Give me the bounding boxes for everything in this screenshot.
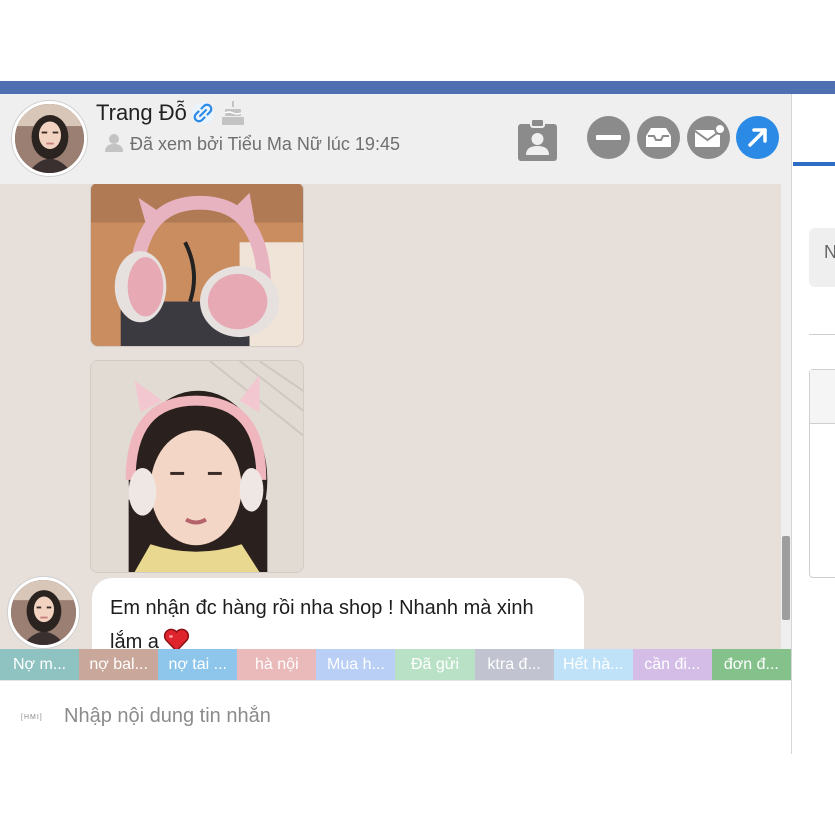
chat-window: Trang Đỗ Đã xem bởi Tiểu Ma Nữ lúc 19:45 [0, 94, 791, 754]
user-icon [105, 134, 123, 152]
side-divider [809, 334, 835, 335]
message-list[interactable]: Em nhận đc hàng rồi nha shop ! Nhanh mà … [0, 184, 781, 649]
message-text: Em nhận đc hàng rồi nha shop ! Nhanh mà … [110, 591, 570, 649]
heart-icon [163, 628, 189, 649]
label-tag[interactable]: Đã gửi [395, 649, 475, 680]
expand-icon [748, 128, 767, 147]
label-tag[interactable]: đơn đ... [711, 649, 791, 680]
label-bar: Nợ m... nợ bal... nợ tai ... hà nội Mua … [0, 649, 791, 680]
side-field[interactable]: N [809, 228, 835, 287]
message-bubble[interactable]: Em nhận đc hàng rồi nha shop ! Nhanh mà … [92, 578, 584, 649]
selfie-photo[interactable] [90, 360, 304, 573]
scroll-thumb[interactable] [782, 536, 790, 620]
minimize-icon [596, 135, 621, 140]
side-tab-indicator [793, 162, 835, 166]
label-tag[interactable]: Mua h... [316, 649, 396, 680]
side-panel: N [791, 94, 835, 754]
label-tag[interactable]: ktra đ... [474, 649, 554, 680]
label-tag[interactable]: Hết hà... [553, 649, 633, 680]
side-table [809, 369, 835, 578]
page: Trang Đỗ Đã xem bởi Tiểu Ma Nữ lúc 19:45 [0, 0, 835, 835]
label-tag[interactable]: nợ tai ... [158, 649, 238, 680]
message-composer: [HMI] [0, 680, 791, 754]
side-field-text: N [824, 242, 835, 262]
headphones-photo[interactable] [90, 184, 304, 347]
label-tag[interactable]: nợ bal... [79, 649, 159, 680]
top-bar [0, 81, 835, 94]
contact-avatar[interactable] [12, 101, 87, 176]
contact-card-icon[interactable] [517, 118, 558, 162]
label-tag[interactable]: Nợ m... [0, 649, 80, 680]
message-input[interactable] [64, 698, 764, 734]
side-table-header [810, 370, 835, 424]
inbox-icon [646, 128, 671, 147]
label-tag[interactable]: cần đi... [632, 649, 712, 680]
contact-name[interactable]: Trang Đỗ [96, 100, 187, 126]
link-icon[interactable] [191, 101, 215, 125]
mail-notification-icon [694, 123, 726, 147]
composer-tag: [HMI] [21, 714, 43, 721]
cake-icon[interactable] [221, 100, 245, 126]
inbox-button[interactable] [637, 116, 680, 159]
mail-button[interactable] [687, 116, 730, 159]
label-tag[interactable]: hà nội [237, 649, 317, 680]
expand-button[interactable] [736, 116, 779, 159]
seen-status: Đã xem bởi Tiểu Ma Nữ lúc 19:45 [130, 134, 400, 154]
minimize-button[interactable] [587, 116, 630, 159]
sender-avatar[interactable] [8, 577, 79, 648]
chat-header: Trang Đỗ Đã xem bởi Tiểu Ma Nữ lúc 19:45 [0, 94, 791, 184]
message-scrollbar[interactable] [781, 184, 791, 649]
